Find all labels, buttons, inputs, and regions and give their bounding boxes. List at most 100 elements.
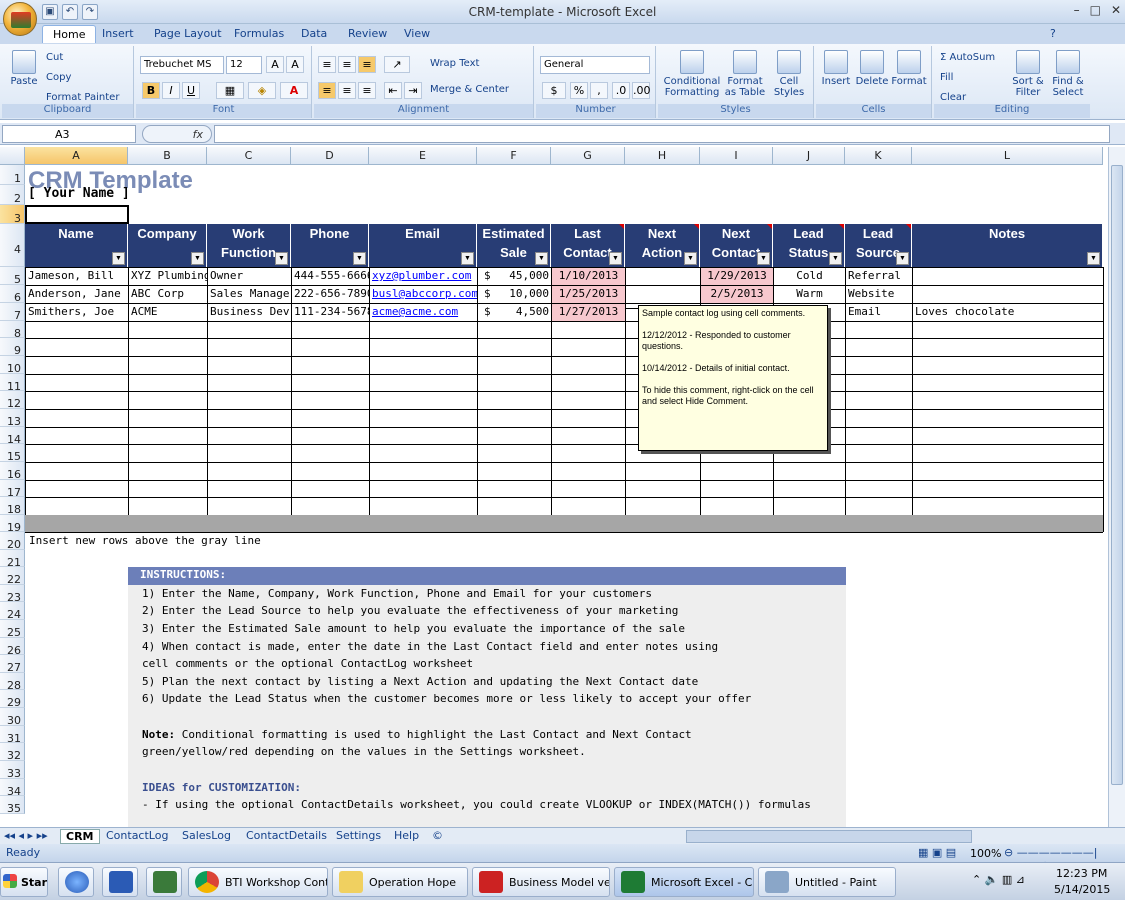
row-header[interactable]: 12 (0, 391, 25, 410)
merge-center-button[interactable]: Merge & Center (430, 84, 509, 95)
select-all-corner[interactable] (0, 147, 25, 165)
sheet-tab-contactlog[interactable]: ContactLog (106, 829, 168, 842)
row-header[interactable]: 20 (0, 532, 25, 551)
column-header[interactable]: D (291, 147, 369, 165)
insert-cells-button[interactable]: Insert (818, 50, 854, 87)
close-icon[interactable]: ✕ (1111, 3, 1121, 17)
format-as-table-button[interactable]: Format as Table (724, 50, 766, 98)
view-buttons[interactable]: ▦ ▣ ▤ (918, 846, 956, 859)
filter-dropdown-icon[interactable]: ▼ (112, 252, 125, 265)
font-name-select[interactable]: Trebuchet MS (140, 56, 224, 74)
taskbar-chrome[interactable]: BTI Workshop Cont... (188, 867, 328, 897)
sheet-tab-crm[interactable]: CRM (60, 829, 100, 844)
column-header[interactable]: J (773, 147, 845, 165)
tab-view[interactable]: View (404, 27, 430, 40)
column-header[interactable]: F (477, 147, 551, 165)
percent-button[interactable]: % (570, 82, 588, 99)
column-header[interactable]: G (551, 147, 625, 165)
row-header[interactable]: 1 (0, 165, 25, 185)
vertical-scrollbar[interactable] (1108, 147, 1125, 827)
align-left-button[interactable]: ≡ (318, 82, 336, 99)
align-top-button[interactable]: ≡ (318, 56, 336, 73)
row-header[interactable]: 30 (0, 708, 25, 727)
row-header[interactable]: 15 (0, 444, 25, 463)
format-painter-button[interactable]: Format Painter (46, 92, 119, 103)
row-header[interactable]: 29 (0, 690, 25, 709)
bold-button[interactable]: B (142, 82, 160, 99)
column-header[interactable]: B (128, 147, 207, 165)
italic-button[interactable]: I (162, 82, 180, 99)
filter-dropdown-icon[interactable]: ▼ (461, 252, 474, 265)
start-button[interactable]: Start (0, 867, 48, 897)
worksheet-grid[interactable]: A B C D E F G H I J K L 1 2 3 4 5 6 7 8 9 10 11 12 13 14 15 16 17 18 1… (0, 147, 1108, 827)
row-header[interactable]: 14 (0, 427, 25, 446)
orientation-button[interactable]: ↗ (384, 56, 410, 73)
grow-font-button[interactable]: A (266, 56, 284, 73)
delete-cells-button[interactable]: Delete (854, 50, 890, 87)
filter-dropdown-icon[interactable]: ▼ (896, 252, 909, 265)
taskbar-excel[interactable]: Microsoft Excel - C... (614, 867, 754, 897)
row-header[interactable]: 23 (0, 585, 25, 604)
align-middle-button[interactable]: ≡ (338, 56, 356, 73)
row-header[interactable]: 8 (0, 321, 25, 340)
column-header[interactable]: I (700, 147, 773, 165)
sheet-tab-saleslog[interactable]: SalesLog (182, 829, 231, 842)
row-header[interactable]: 4 (0, 224, 25, 267)
column-header[interactable]: E (369, 147, 477, 165)
font-size-select[interactable]: 12 (226, 56, 262, 74)
horizontal-scrollbar[interactable] (686, 830, 972, 843)
scroll-thumb[interactable] (1111, 165, 1123, 785)
borders-button[interactable]: ▦ (216, 82, 244, 99)
comma-button[interactable]: , (590, 82, 608, 99)
currency-button[interactable]: $ (542, 82, 566, 99)
sheet-tab-help[interactable]: Help (394, 829, 419, 842)
filter-dropdown-icon[interactable]: ▼ (191, 252, 204, 265)
row-header[interactable]: 10 (0, 356, 25, 375)
row-header[interactable]: 28 (0, 673, 25, 692)
active-cell[interactable] (25, 205, 129, 224)
table-cell-email[interactable]: xyz@plumber.com (370, 268, 477, 285)
filter-dropdown-icon[interactable]: ▼ (757, 252, 770, 265)
filter-dropdown-icon[interactable]: ▼ (535, 252, 548, 265)
increase-indent-button[interactable]: ⇥ (404, 82, 422, 99)
tab-insert[interactable]: Insert (102, 27, 134, 40)
itunes-icon[interactable] (58, 867, 94, 897)
row-header[interactable]: 2 (0, 185, 25, 205)
taskbar-pdf[interactable]: Business Model vers... (472, 867, 610, 897)
word-icon[interactable] (102, 867, 138, 897)
maximize-icon[interactable]: □ (1090, 3, 1101, 17)
clear-button[interactable]: Clear (940, 92, 966, 103)
row-header[interactable]: 34 (0, 779, 25, 798)
conditional-formatting-button[interactable]: Conditional Formatting (662, 50, 722, 98)
font-color-button[interactable]: A (280, 82, 308, 99)
align-center-button[interactable]: ≡ (338, 82, 356, 99)
filter-dropdown-icon[interactable]: ▼ (353, 252, 366, 265)
table-cell-email[interactable]: busl@abccorp.com (370, 286, 477, 303)
tab-home[interactable]: Home (42, 25, 97, 43)
sheet-tab-settings[interactable]: Settings (336, 829, 381, 842)
row-header[interactable]: 33 (0, 761, 25, 780)
row-header[interactable]: 24 (0, 602, 25, 621)
tab-data[interactable]: Data (301, 27, 327, 40)
sheet-nav-icon[interactable]: ◂◂ ◂ ▸ ▸▸ (4, 829, 48, 842)
email-link[interactable]: acme@acme.com (372, 305, 458, 318)
name-box[interactable]: A3 (2, 125, 136, 143)
tab-review[interactable]: Review (348, 27, 387, 40)
underline-button[interactable]: U (182, 82, 200, 99)
taskbar-folder[interactable]: Operation Hope (332, 867, 468, 897)
tab-formulas[interactable]: Formulas (234, 27, 284, 40)
office-button[interactable] (3, 2, 37, 36)
row-header[interactable]: 27 (0, 655, 25, 674)
tray-icons[interactable]: ⌃ 🔈 ▥ ⊿ (972, 873, 1025, 886)
wrap-text-button[interactable]: Wrap Text (430, 58, 479, 69)
row-header[interactable]: 26 (0, 638, 25, 657)
row-header[interactable]: 7 (0, 303, 25, 322)
column-header[interactable]: L (912, 147, 1103, 165)
row-header[interactable]: 21 (0, 550, 25, 569)
column-header[interactable]: K (845, 147, 912, 165)
row-header[interactable]: 3 (0, 205, 25, 225)
find-select-button[interactable]: Find & Select (1048, 50, 1088, 98)
row-header[interactable]: 32 (0, 743, 25, 762)
desktop-icon[interactable] (146, 867, 182, 897)
column-header[interactable]: H (625, 147, 700, 165)
